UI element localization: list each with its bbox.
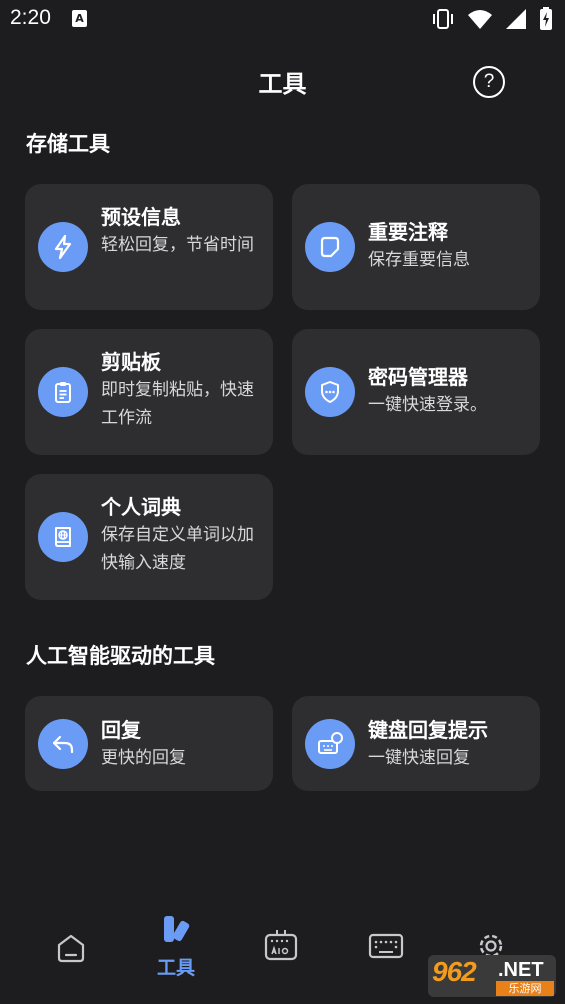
clipboard-icon [38, 367, 88, 417]
keyboard-icon [368, 933, 404, 959]
status-bar: 2:20 A [0, 0, 565, 40]
home-icon [57, 934, 85, 963]
keyboard-reply-icon [305, 719, 355, 769]
wifi-icon [468, 10, 492, 29]
card-personal-dictionary[interactable]: 个人词典 保存自定义单词以加快输入速度 [25, 474, 273, 600]
card-subtitle: 保存重要信息 [368, 250, 470, 270]
card-clipboard[interactable]: 剪贴板 即时复制粘贴，快速工作流 [25, 329, 273, 455]
dictionary-icon [38, 512, 88, 562]
nav-item-home[interactable] [41, 931, 101, 969]
card-subtitle: 一键快速登录。 [368, 395, 487, 415]
shield-icon [305, 367, 355, 417]
section-title-storage-tools: 存储工具 [26, 132, 110, 156]
card-title: 预设信息 [101, 205, 181, 229]
reply-icon [38, 719, 88, 769]
card-subtitle: 即时复制粘贴，快速工作流 [101, 380, 254, 428]
watermark-number: 962 [432, 956, 477, 987]
note-icon [305, 222, 355, 272]
card-important-notes[interactable]: 重要注释 保存重要信息 [292, 184, 540, 310]
card-title: 重要注释 [368, 220, 448, 244]
status-icons [431, 7, 553, 31]
card-reply[interactable]: 回复 更快的回复 [25, 696, 273, 791]
card-subtitle: 更快的回复 [101, 748, 186, 768]
nav-label-tools: 工具 [156, 957, 195, 979]
card-title: 剪贴板 [101, 350, 161, 374]
card-subtitle: 一键快速回复 [368, 748, 470, 768]
card-password-manager[interactable]: 密码管理器 一键快速登录。 [292, 329, 540, 455]
tools-icon [164, 916, 190, 942]
ai-keyboard-icon [264, 930, 298, 961]
help-button[interactable]: ? [473, 66, 505, 98]
card-subtitle: 保存自定义单词以加快输入速度 [101, 525, 254, 573]
lightning-icon [38, 222, 88, 272]
watermark-suffix: .NET [498, 959, 544, 981]
section-title-ai-tools: 人工智能驱动的工具 [26, 644, 215, 668]
battery-charging-icon [540, 7, 552, 30]
notification-icon: A [72, 10, 87, 27]
card-preset-messages[interactable]: 预设信息 轻松回复，节省时间 [25, 184, 273, 310]
nav-item-tools[interactable]: 工具 [146, 913, 206, 980]
vibrate-icon [433, 9, 453, 29]
signal-icon [506, 9, 526, 29]
watermark-logo: 962 .NET 乐游网 [428, 955, 556, 997]
watermark-caption: 乐游网 [496, 981, 554, 996]
nav-item-ai-keyboard[interactable] [251, 927, 311, 967]
card-title: 个人词典 [101, 495, 181, 519]
card-subtitle: 轻松回复，节省时间 [101, 235, 254, 255]
card-title: 回复 [101, 718, 141, 742]
card-title: 键盘回复提示 [368, 718, 488, 742]
status-time: 2:20 [10, 6, 51, 29]
card-keyboard-reply-suggestions[interactable]: 键盘回复提示 一键快速回复 [292, 696, 540, 791]
card-title: 密码管理器 [368, 365, 468, 389]
nav-item-keyboard[interactable] [356, 931, 416, 965]
